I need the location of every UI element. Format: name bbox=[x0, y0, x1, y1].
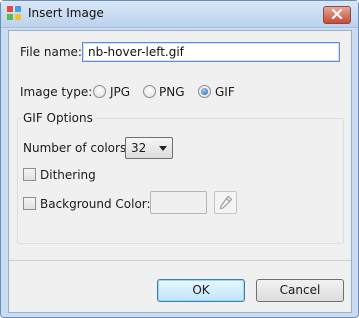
gif-options-title: GIF Options bbox=[21, 111, 95, 125]
number-of-colors-select[interactable]: 32 bbox=[125, 137, 173, 159]
title-bar[interactable]: Insert Image bbox=[1, 1, 358, 28]
dithering-label[interactable]: Dithering bbox=[40, 168, 96, 182]
radio-gif[interactable] bbox=[198, 85, 211, 98]
close-icon bbox=[331, 9, 343, 19]
background-color-checkbox[interactable] bbox=[23, 197, 36, 210]
file-name-label: File name: bbox=[20, 45, 82, 59]
background-color-swatch[interactable] bbox=[150, 191, 207, 214]
cancel-button[interactable]: Cancel bbox=[256, 279, 344, 302]
chevron-down-icon bbox=[159, 146, 167, 151]
window-title: Insert Image bbox=[28, 6, 104, 20]
ok-button[interactable]: OK bbox=[157, 279, 245, 302]
insert-image-dialog: Insert Image File name: Image type: JPG … bbox=[0, 0, 359, 318]
radio-gif-label[interactable]: GIF bbox=[215, 85, 235, 99]
radio-png[interactable] bbox=[143, 85, 156, 98]
close-button[interactable] bbox=[323, 6, 351, 24]
background-color-label[interactable]: Background Color: bbox=[40, 197, 151, 211]
dithering-checkbox[interactable] bbox=[23, 168, 36, 181]
eyedropper-button[interactable] bbox=[214, 191, 237, 214]
radio-png-label[interactable]: PNG bbox=[159, 85, 185, 99]
app-icon bbox=[7, 6, 21, 20]
separator bbox=[9, 260, 351, 261]
file-name-input[interactable] bbox=[82, 42, 340, 62]
radio-jpg[interactable] bbox=[93, 85, 106, 98]
number-of-colors-value: 32 bbox=[131, 141, 147, 155]
eyedropper-icon bbox=[219, 195, 233, 210]
number-of-colors-label: Number of colors: bbox=[23, 141, 131, 155]
dialog-body: File name: Image type: JPG PNG GIF GIF O… bbox=[8, 30, 352, 313]
radio-jpg-label[interactable]: JPG bbox=[110, 85, 130, 99]
image-type-label: Image type: bbox=[20, 85, 93, 99]
